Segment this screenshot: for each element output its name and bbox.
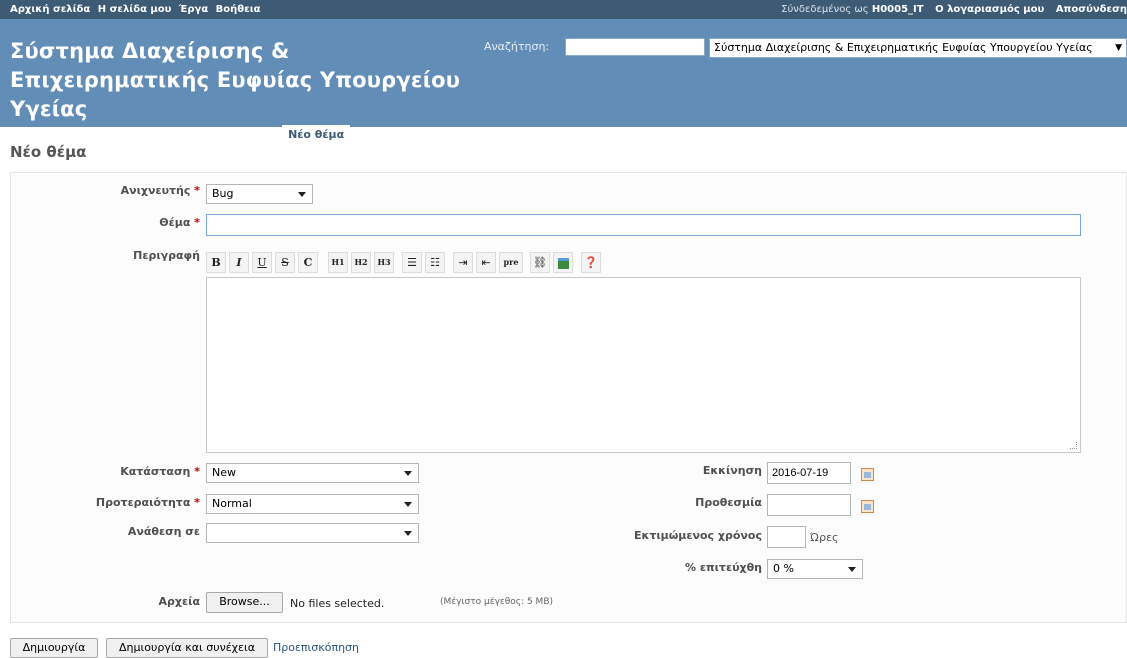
hours-unit-label: Ώρες — [810, 531, 839, 544]
files-label: Αρχεία — [158, 595, 200, 608]
top-menu-projects-link[interactable]: Έργα — [179, 4, 208, 15]
preformatted-button[interactable]: pre — [499, 252, 523, 273]
description-textarea[interactable] — [206, 277, 1081, 453]
tracker-label: Ανιχνευτής * — [60, 184, 200, 197]
logged-in-as: Σύνδεδεμένος ως H0005_IT — [781, 4, 923, 15]
status-select-value: New — [212, 466, 236, 479]
tab-issues[interactable]: Θέματα — [219, 125, 277, 145]
description-label: Περιγραφή — [133, 249, 200, 262]
start-date-label: Εκκίνηση — [702, 464, 762, 477]
tracker-select[interactable]: Bug — [206, 184, 313, 204]
logged-in-prefix: Σύνδεδεμένος ως — [781, 4, 869, 15]
search-label: Αναζήτηση: — [484, 40, 550, 53]
required-marker: * — [194, 216, 200, 229]
done-ratio-select-value: 0 % — [773, 562, 794, 575]
create-and-continue-button[interactable]: Δημιουργία και συνέχεια — [106, 638, 268, 658]
required-marker: * — [194, 184, 200, 197]
strikethrough-button[interactable]: S — [275, 252, 295, 273]
site-title: Σύστημα Διαχείρισης & Επιχειρηματικής Ευ… — [10, 39, 461, 121]
heading1-button[interactable]: H1 — [328, 252, 348, 273]
start-date-input[interactable] — [767, 462, 851, 484]
link-icon[interactable]: ⛓ — [530, 252, 550, 273]
top-menu-home-link[interactable]: Αρχική σελίδα — [10, 4, 90, 15]
search-input[interactable] — [565, 38, 705, 56]
underline-button[interactable]: U — [252, 252, 272, 273]
tab-documents[interactable]: Έγγραφα — [397, 125, 465, 145]
chevron-down-icon — [298, 192, 306, 197]
main-menu: Επισκόπηση Δραστηριότητα Θέματα Νέο θέμα… — [9, 125, 526, 147]
page-title: Νέο θέμα — [10, 143, 87, 161]
tab-files[interactable]: Αρχεία — [470, 125, 523, 145]
chevron-down-icon: ▼ — [1115, 43, 1122, 53]
status-label: Κατάσταση * — [60, 465, 200, 478]
max-size-text: (Μέγιστο μέγεθος: 5 MB) — [440, 597, 554, 607]
priority-label-text: Προτεραιότητα — [95, 496, 191, 509]
assignee-label: Ανάθεση σε — [127, 525, 200, 538]
project-jump-value: Σύστημα Διαχείρισης & Επιχειρηματικής Ευ… — [714, 41, 1093, 54]
preview-link[interactable]: Προεπισκόπηση — [273, 641, 359, 654]
status-label-text: Κατάσταση — [120, 465, 191, 478]
top-menu-my-page-link[interactable]: Η σελίδα μου — [98, 4, 172, 15]
top-menu: Αρχική σελίδα Η σελίδα μου Έργα Βοήθεια … — [0, 0, 1127, 19]
due-date-input[interactable] — [767, 494, 851, 516]
inline-code-button[interactable]: C — [298, 252, 318, 273]
image-icon[interactable] — [553, 252, 573, 273]
chevron-down-icon — [404, 531, 412, 536]
required-marker: * — [194, 465, 200, 478]
estimated-time-input[interactable] — [767, 526, 806, 548]
my-account-link[interactable]: Ο λογαριασμός μου — [935, 4, 1044, 15]
subject-input[interactable] — [206, 214, 1081, 236]
header: Σύστημα Διαχείρισης & Επιχειρηματικής Ευ… — [0, 19, 1127, 145]
resize-handle-icon[interactable] — [1070, 442, 1077, 449]
chevron-down-icon — [848, 567, 856, 572]
done-ratio-label: % επιτεύχθη — [684, 561, 762, 574]
outdent-icon[interactable]: ⇤ — [476, 252, 496, 273]
tab-overview[interactable]: Επισκόπηση — [9, 125, 98, 145]
help-icon[interactable]: ❓ — [581, 252, 601, 273]
logout-link[interactable]: Αποσύνδεση — [1056, 4, 1127, 15]
tab-new-issue[interactable]: Νέο θέμα — [282, 125, 351, 145]
calendar-icon[interactable] — [861, 468, 874, 481]
tracker-select-value: Bug — [212, 187, 234, 200]
status-select[interactable]: New — [206, 463, 419, 483]
assignee-select[interactable] — [206, 523, 419, 543]
required-marker: * — [194, 496, 200, 509]
tab-news[interactable]: Νέα — [356, 125, 391, 145]
ordered-list-icon[interactable]: ☷ — [425, 252, 445, 273]
top-menu-help-link[interactable]: Βοήθεια — [216, 4, 261, 15]
estimated-time-label: Εκτιμώμενος χρόνος — [633, 529, 762, 542]
heading3-button[interactable]: H3 — [374, 252, 394, 273]
unordered-list-icon[interactable]: ☰ — [402, 252, 422, 273]
priority-select[interactable]: Normal — [206, 494, 419, 514]
heading2-button[interactable]: H2 — [351, 252, 371, 273]
italic-button[interactable]: I — [229, 252, 249, 273]
project-jump-select[interactable]: Σύστημα Διαχείρισης & Επιχειρηματικής Ευ… — [709, 38, 1127, 58]
create-button[interactable]: Δημιουργία — [10, 638, 98, 658]
bold-button[interactable]: B — [206, 252, 226, 273]
priority-select-value: Normal — [212, 497, 252, 510]
chevron-down-icon — [404, 502, 412, 507]
subject-label: Θέμα * — [60, 216, 200, 229]
logged-in-user[interactable]: H0005_IT — [872, 4, 924, 15]
subject-label-text: Θέμα — [159, 216, 191, 229]
no-files-text: No files selected. — [290, 597, 385, 610]
due-date-label: Προθεσμία — [695, 496, 762, 509]
tab-activity[interactable]: Δραστηριότητα — [104, 125, 213, 145]
tracker-label-text: Ανιχνευτής — [120, 184, 191, 197]
browse-button[interactable]: Browse... — [206, 592, 283, 613]
priority-label: Προτεραιότητα * — [60, 496, 200, 509]
indent-icon[interactable]: ⇥ — [453, 252, 473, 273]
chevron-down-icon — [404, 471, 412, 476]
done-ratio-select[interactable]: 0 % — [767, 559, 863, 579]
calendar-icon[interactable] — [861, 500, 874, 513]
